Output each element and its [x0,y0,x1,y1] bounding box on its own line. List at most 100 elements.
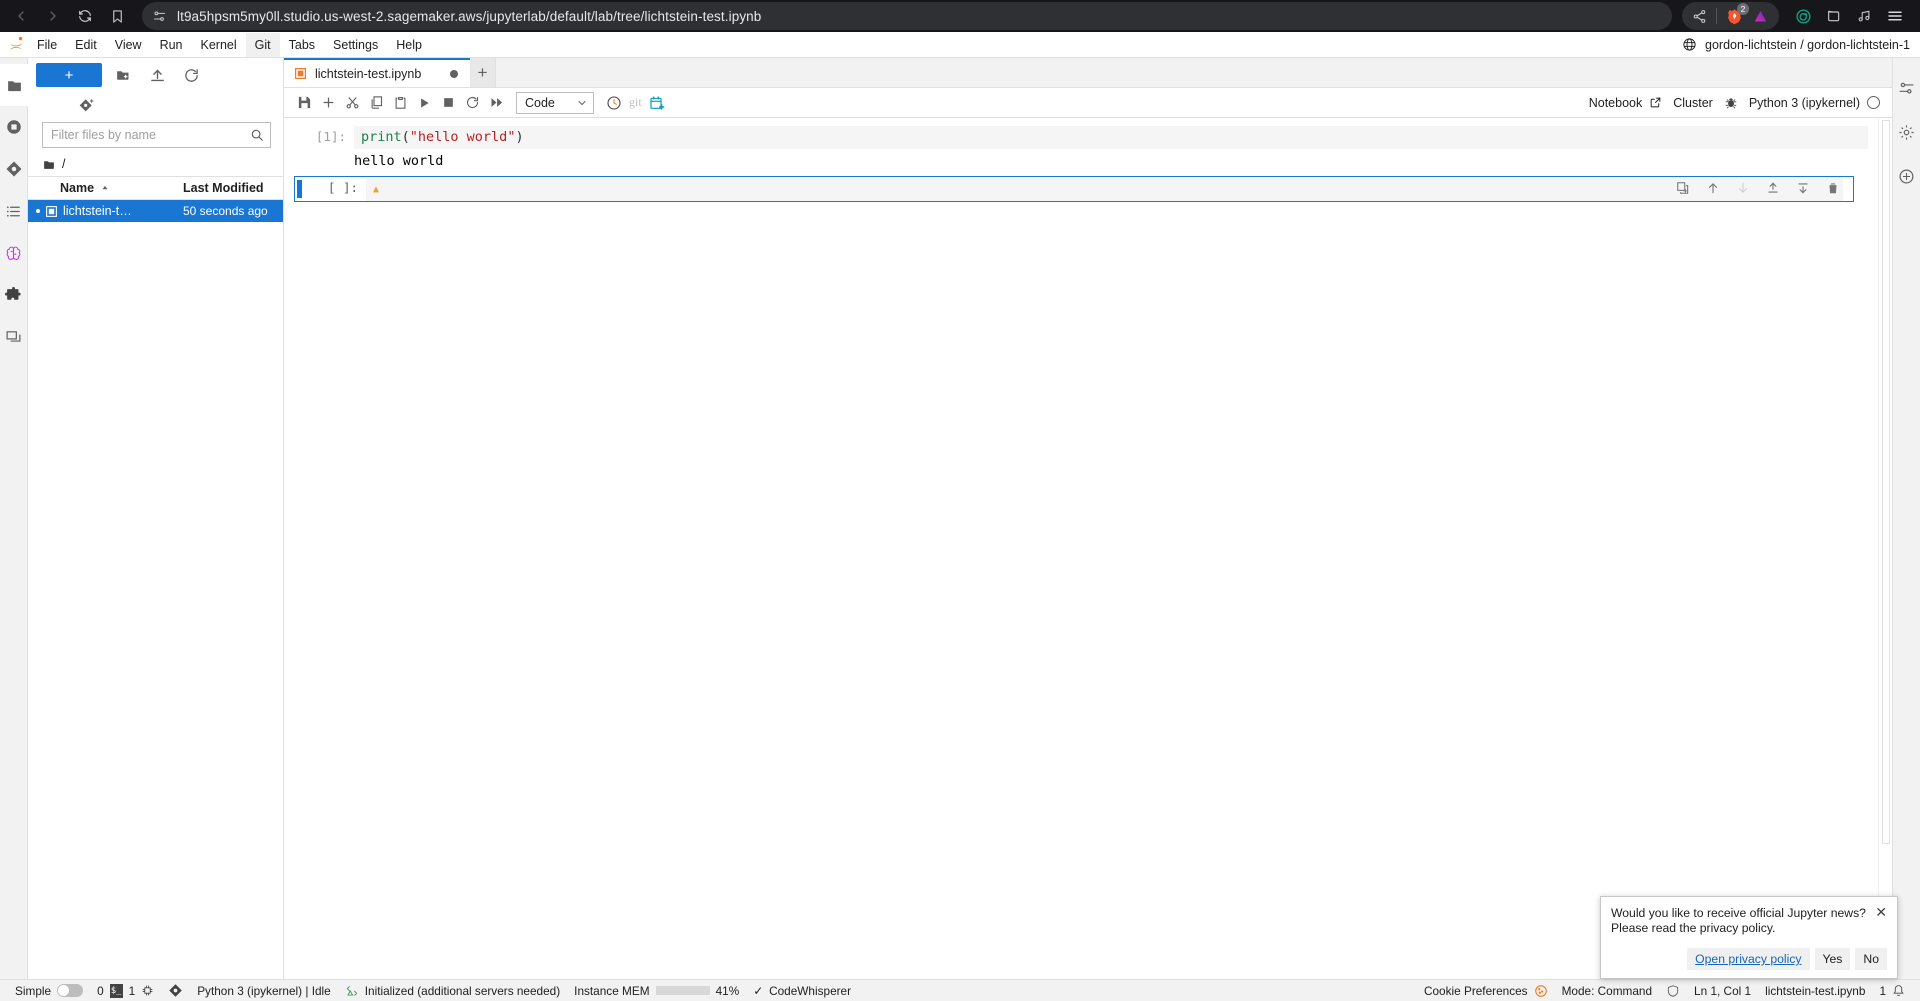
leo-ai-icon[interactable] [1752,8,1769,25]
notebook-scrollbar[interactable] [1878,118,1892,979]
debug-bug-icon[interactable] [1724,96,1738,110]
file-filter-input[interactable] [51,128,250,142]
sidebar-item-jumpstart[interactable] [0,232,28,274]
forward-arrow-icon[interactable] [38,3,68,29]
kernel-name-label[interactable]: Python 3 (ipykernel) [1749,96,1860,110]
git-status-group[interactable] [161,980,190,1001]
restart-run-all-button[interactable] [484,91,508,115]
menu-kernel[interactable]: Kernel [192,33,246,57]
sidebar-item-git[interactable] [0,148,28,190]
cut-cell-button[interactable] [340,91,364,115]
menu-git[interactable]: Git [245,32,280,57]
new-folder-icon[interactable] [110,63,136,87]
cookie-preferences-group[interactable]: Cookie Preferences [1417,980,1555,1001]
close-icon[interactable]: ✕ [1875,905,1887,919]
insert-cell-below-icon[interactable] [1795,180,1811,196]
init-status-group[interactable]: Initialized (additional servers needed) [338,980,567,1001]
sidebar-item-file-browser[interactable] [0,64,28,106]
cell-type-select[interactable]: Code [516,91,594,114]
search-icon[interactable] [250,128,264,142]
active-filename-group[interactable]: lichtstein-test.ipynb [1758,980,1872,1001]
codewhisperer-group[interactable]: ✓ CodeWhisperer [746,980,858,1001]
simple-mode-toggle[interactable] [57,984,84,997]
cell-code-editor[interactable]: print("hello world") [354,126,1868,149]
debugger-icon[interactable] [1893,154,1920,198]
file-list-item[interactable]: lichtstein-t… 50 seconds ago [28,200,283,222]
copy-cell-button[interactable] [364,91,388,115]
sidebar-item-table-of-contents[interactable] [0,190,28,232]
column-header-name[interactable]: Name [28,181,183,195]
menu-run[interactable]: Run [151,33,192,57]
share-icon[interactable] [1692,9,1707,24]
sidebar-item-extension-manager[interactable] [0,274,28,316]
breadcrumb-root[interactable]: / [62,157,65,171]
save-button[interactable] [292,91,316,115]
wallet-icon[interactable] [1826,8,1842,24]
menu-help[interactable]: Help [387,33,431,57]
settings-gear-icon[interactable] [1893,110,1920,154]
reload-icon[interactable] [70,3,100,29]
menu-tabs[interactable]: Tabs [280,33,324,57]
kernel-count-group[interactable]: 0 $_ 1 [90,980,161,1001]
notebook-scroll-thumb[interactable] [1882,120,1890,844]
back-arrow-icon[interactable] [6,3,36,29]
grammarly-icon[interactable] [1795,8,1812,25]
bookmark-icon[interactable] [102,3,132,29]
property-inspector-icon[interactable] [1893,66,1920,110]
calendar-plus-icon[interactable] [645,91,669,115]
move-cell-up-icon[interactable] [1705,180,1721,196]
editor-mode-group[interactable]: Mode: Command [1555,980,1659,1001]
notebook-cells-container[interactable]: [1]: print("hello world") hello world [ … [284,118,1878,979]
git-clone-icon[interactable] [74,94,100,118]
column-header-last-modified[interactable]: Last Modified [183,181,283,195]
notebook-label[interactable]: Notebook [1589,96,1643,110]
instance-mem-group[interactable]: Instance MEM 41% [567,980,746,1001]
interrupt-kernel-button[interactable] [436,91,460,115]
file-filter-box[interactable] [42,122,271,148]
shield-group[interactable] [1659,980,1687,1001]
file-name-cell[interactable]: lichtstein-t… [28,204,183,218]
site-settings-icon[interactable] [152,9,167,24]
restart-kernel-button[interactable] [460,91,484,115]
delete-cell-icon[interactable] [1825,180,1841,196]
upload-icon[interactable] [144,63,170,87]
notebook-cell[interactable]: [1]: print("hello world") [284,126,1878,149]
cell-code-editor[interactable]: ▲ [366,177,1843,201]
new-launcher-button[interactable]: + [36,63,102,87]
music-icon[interactable] [1856,8,1872,24]
open-privacy-policy-link[interactable]: Open privacy policy [1687,948,1810,970]
sidebar-item-running-terminals[interactable] [0,106,28,148]
toast-yes-button[interactable]: Yes [1814,948,1851,970]
notification-bell-icon[interactable] [1892,984,1905,997]
kernel-idle-circle-icon[interactable] [1867,96,1880,109]
url-bar[interactable]: lt9a5hpsm5my0ll.studio.us-west-2.sagemak… [142,2,1672,30]
clock-icon[interactable] [602,91,626,115]
new-tab-button[interactable]: + [470,58,496,87]
toast-no-button[interactable]: No [1855,948,1887,970]
tab-lichtstein-test[interactable]: lichtstein-test.ipynb [284,58,470,87]
duplicate-cell-icon[interactable] [1675,180,1691,196]
insert-cell-above-icon[interactable] [1765,180,1781,196]
menu-edit[interactable]: Edit [66,33,106,57]
cluster-label[interactable]: Cluster [1673,96,1713,110]
brave-lion-icon[interactable]: 2 [1726,2,1749,25]
hamburger-menu-icon[interactable] [1886,7,1904,25]
cursor-position-group[interactable]: Ln 1, Col 1 [1687,980,1758,1001]
notebook-cell-selected[interactable]: [ ]: ▲ [294,176,1854,202]
notification-group[interactable]: 1 [1872,980,1912,1001]
breadcrumb[interactable]: / [28,152,283,176]
menu-view[interactable]: View [106,33,151,57]
git-label[interactable]: git [626,95,645,110]
paste-cell-button[interactable] [388,91,412,115]
run-cell-button[interactable] [412,91,436,115]
refresh-icon[interactable] [178,63,204,87]
move-cell-down-icon[interactable] [1735,180,1751,196]
sidebar-item-chat-panel[interactable] [0,316,28,358]
menu-settings[interactable]: Settings [324,33,387,57]
external-link-icon[interactable] [1649,96,1662,109]
kernel-status-group[interactable]: Python 3 (ipykernel) | Idle [190,980,338,1001]
menu-file[interactable]: File [28,33,66,57]
insert-cell-button[interactable] [316,91,340,115]
simple-mode-group[interactable]: Simple [8,980,90,1001]
tab-dirty-indicator-icon[interactable] [450,69,458,78]
